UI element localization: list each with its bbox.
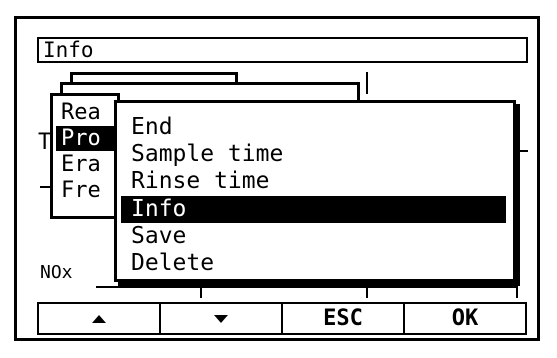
nox-label: NOx [40, 262, 73, 283]
menu-item-end[interactable]: End [121, 114, 506, 141]
graph-tick [366, 286, 368, 298]
up-button[interactable] [39, 304, 159, 333]
graph-line [366, 72, 368, 94]
esc-button[interactable]: ESC [281, 304, 403, 333]
graph-axis [96, 286, 516, 288]
menu-item-rinse-time[interactable]: Rinse time [121, 168, 506, 195]
menu-item-info[interactable]: Info [121, 196, 506, 223]
triangle-up-icon [92, 314, 106, 323]
graph-line [516, 150, 528, 152]
menu-item-save[interactable]: Save [121, 223, 506, 250]
parent-menu-item[interactable]: Fre [61, 178, 121, 203]
parent-menu-item[interactable]: Era [61, 152, 121, 177]
softkey-bar: ESC OK [37, 302, 527, 335]
parent-menu-item-selected[interactable]: Pro [56, 126, 121, 151]
lcd-screen: Info T NOx Rea Pro Era Fre End Sample ti… [0, 0, 557, 358]
window-title: Info [37, 37, 528, 63]
graph-tick [200, 286, 202, 298]
menu-item-sample-time[interactable]: Sample time [121, 141, 506, 168]
down-button[interactable] [159, 304, 281, 333]
ok-button[interactable]: OK [403, 304, 525, 333]
menu-item-delete[interactable]: Delete [121, 250, 506, 277]
context-menu: End Sample time Rinse time Info Save Del… [114, 100, 516, 282]
graph-tick [516, 272, 518, 298]
triangle-down-icon [214, 314, 228, 323]
parent-menu-item[interactable]: Rea [61, 100, 121, 125]
parent-menu: Rea Pro Era Fre [50, 93, 121, 219]
